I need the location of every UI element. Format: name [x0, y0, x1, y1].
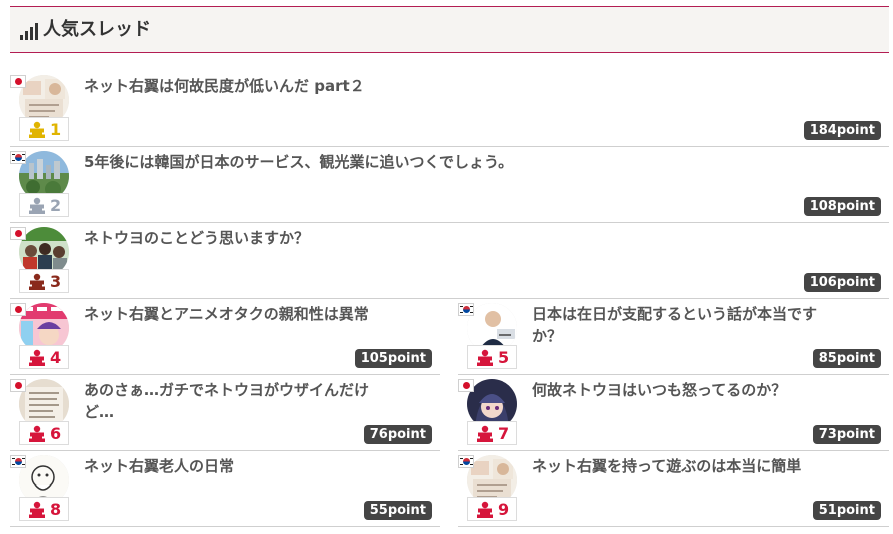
- rank-badge: 4: [19, 345, 69, 369]
- bronze-medal-icon: [27, 273, 47, 290]
- thread-title[interactable]: 日本は在日が支配するという話が本当ですか？: [532, 303, 842, 347]
- points-badge: 85point: [812, 349, 881, 368]
- signal-bars-icon: [20, 23, 38, 40]
- red-medal-icon: [27, 349, 47, 366]
- japan-flag-icon: [10, 75, 26, 88]
- rank-number: 1: [50, 120, 62, 139]
- rank-badge: 5: [467, 345, 517, 369]
- thread-item[interactable]: 7 何故ネトウヨはいつも怒ってるのか？ 73point: [458, 375, 889, 451]
- rank-badge: 3: [19, 269, 69, 293]
- rank-number: 4: [50, 348, 62, 367]
- rank-badge: 2: [19, 193, 69, 217]
- japan-flag-icon: [10, 227, 26, 240]
- korea-flag-icon: [458, 455, 474, 468]
- points-badge: 55point: [363, 501, 432, 520]
- thread-title[interactable]: ネット右翼を持って遊ぶのは本当に簡単: [532, 455, 842, 477]
- thread-title[interactable]: 5年後には韓国が日本のサービス、観光業に追いつくでしょう。: [84, 151, 784, 173]
- rank-number: 5: [498, 348, 510, 367]
- rank-number: 6: [50, 424, 62, 443]
- rank-badge: 9: [467, 497, 517, 521]
- thread-item[interactable]: 9 ネット右翼を持って遊ぶのは本当に簡単 51point: [458, 451, 889, 527]
- points-badge: 76point: [363, 425, 432, 444]
- thread-title[interactable]: ネット右翼老人の日常: [84, 455, 394, 477]
- japan-flag-icon: [458, 379, 474, 392]
- points-badge: 51point: [812, 501, 881, 520]
- points-badge: 108point: [803, 197, 881, 216]
- gold-medal-icon: [27, 121, 47, 138]
- rank-number: 7: [498, 424, 510, 443]
- thread-item[interactable]: 4 ネット右翼とアニメオタクの親和性は異常 105point: [10, 299, 440, 375]
- red-medal-icon: [475, 501, 495, 518]
- thread-item[interactable]: 3 ネトウヨのことどう思いますか？ 106point: [10, 223, 889, 299]
- section-title: 人気スレッド: [43, 19, 151, 40]
- korea-flag-icon: [458, 303, 474, 316]
- thread-title[interactable]: ネット右翼とアニメオタクの親和性は異常: [84, 303, 394, 325]
- red-medal-icon: [475, 425, 495, 442]
- thread-item[interactable]: 2 5年後には韓国が日本のサービス、観光業に追いつくでしょう。 108point: [10, 147, 889, 223]
- silver-medal-icon: [27, 197, 47, 214]
- thread-title[interactable]: 何故ネトウヨはいつも怒ってるのか？: [532, 379, 842, 401]
- rank-number: 8: [50, 500, 62, 519]
- korea-flag-icon: [10, 151, 26, 164]
- points-badge: 184point: [803, 121, 881, 140]
- points-badge: 73point: [812, 425, 881, 444]
- korea-flag-icon: [10, 455, 26, 468]
- red-medal-icon: [475, 349, 495, 366]
- thread-item[interactable]: 6 あのさぁ…ガチでネトウヨがウザイんだけど… 76point: [10, 375, 440, 451]
- rank-badge: 1: [19, 117, 69, 141]
- thread-item[interactable]: 5 日本は在日が支配するという話が本当ですか？ 85point: [458, 299, 889, 375]
- points-badge: 105point: [354, 349, 432, 368]
- points-badge: 106point: [803, 273, 881, 292]
- red-medal-icon: [27, 501, 47, 518]
- rank-number: 2: [50, 196, 62, 215]
- rank-badge: 6: [19, 421, 69, 445]
- red-medal-icon: [27, 425, 47, 442]
- rank-number: 3: [50, 272, 62, 291]
- rank-badge: 7: [467, 421, 517, 445]
- thread-title[interactable]: ネトウヨのことどう思いますか？: [84, 227, 784, 249]
- thread-title[interactable]: あのさぁ…ガチでネトウヨがウザイんだけど…: [84, 379, 394, 423]
- rank-badge: 8: [19, 497, 69, 521]
- thread-item[interactable]: 8 ネット右翼老人の日常 55point: [10, 451, 440, 527]
- thread-title[interactable]: ネット右翼は何故民度が低いんだ part２: [84, 75, 784, 97]
- japan-flag-icon: [10, 379, 26, 392]
- japan-flag-icon: [10, 303, 26, 316]
- section-header: 人気スレッド: [10, 6, 889, 53]
- thread-item[interactable]: 1 ネット右翼は何故民度が低いんだ part２ 184point: [10, 71, 889, 147]
- rank-number: 9: [498, 500, 510, 519]
